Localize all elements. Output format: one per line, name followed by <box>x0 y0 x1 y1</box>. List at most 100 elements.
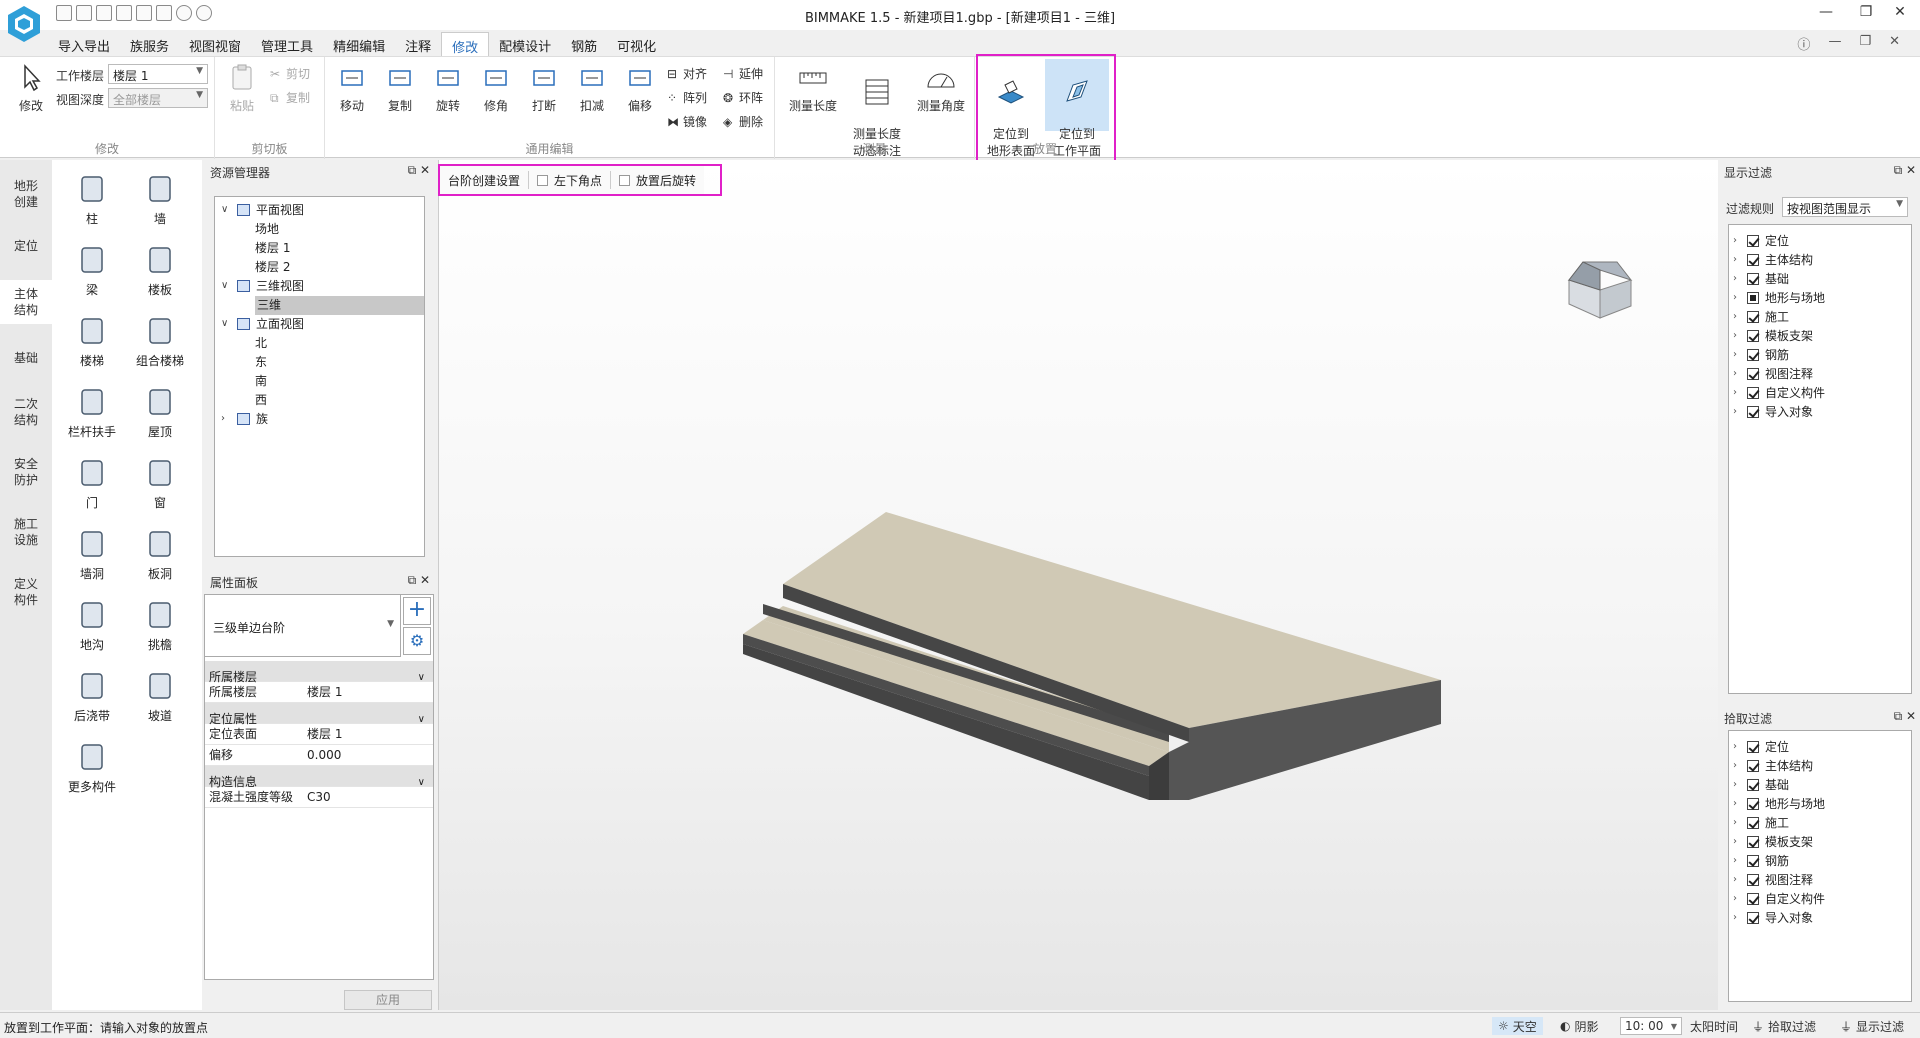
copy-button[interactable]: ⧉ 复制 <box>270 89 310 106</box>
filter-item[interactable]: › 导入对象 <box>1733 908 1813 927</box>
tree-item[interactable]: 三维 <box>255 296 424 315</box>
delete-button[interactable]: ◈ 删除 <box>723 113 763 130</box>
filter-item[interactable]: › 施工 <box>1733 813 1789 832</box>
property-row[interactable]: 混凝土强度等级 C30 <box>205 787 433 808</box>
menu-tab[interactable]: 族服务 <box>120 32 179 56</box>
filter-rule-select[interactable]: 按视图范围显示 ▼ <box>1782 197 1908 217</box>
sun-time-button[interactable]: 太阳时间 <box>1690 1017 1738 1035</box>
property-category[interactable]: 构造信息 ∨ <box>205 766 433 789</box>
display-filter-button[interactable]: ⏚ 显示过滤 <box>1840 1017 1904 1035</box>
component-item[interactable]: 坡道 <box>128 671 192 724</box>
component-item[interactable]: 墙 <box>128 174 192 227</box>
copy-button[interactable]: 复制 <box>377 63 423 114</box>
tree-item[interactable]: 西 <box>255 391 267 410</box>
filter-item[interactable]: › 定位 <box>1733 231 1789 250</box>
3d-viewport[interactable] <box>438 160 1718 1010</box>
category-item[interactable]: 安全 防护 <box>0 450 52 494</box>
filter-item[interactable]: › 视图注释 <box>1733 870 1813 889</box>
filter-item[interactable]: › 基础 <box>1733 269 1789 288</box>
menu-tab[interactable]: 注释 <box>395 32 441 56</box>
paste-button[interactable]: 粘贴 <box>219 63 265 114</box>
cut-button[interactable]: ✂ 剪切 <box>270 65 310 82</box>
offset-button[interactable]: 偏移 <box>617 63 663 114</box>
component-item[interactable]: 楼板 <box>128 245 192 298</box>
component-item[interactable]: 梁 <box>60 245 124 298</box>
ribbon-minimize-icon[interactable]: — <box>1828 34 1841 53</box>
collapse-chevron-icon[interactable]: ∨ <box>221 204 228 215</box>
component-item[interactable]: 组合楼梯 <box>128 316 192 369</box>
pick-filter-button[interactable]: ⏚ 拾取过滤 <box>1752 1017 1816 1035</box>
type-selector[interactable]: 三级单边台阶 ▼ <box>205 595 401 657</box>
component-item[interactable]: 屋顶 <box>128 387 192 440</box>
measure-angle-button[interactable]: 测量角度 <box>913 63 969 114</box>
property-category[interactable]: 所属楼层 ∨ <box>205 661 433 684</box>
panel-pin-close-icons[interactable]: ⧉ ✕ <box>408 573 430 588</box>
filter-item[interactable]: › 模板支架 <box>1733 326 1813 345</box>
filter-item[interactable]: › 导入对象 <box>1733 402 1813 421</box>
menu-tab[interactable]: 可视化 <box>607 32 666 56</box>
panel-pin-close-icons[interactable]: ⧉ ✕ <box>1894 709 1916 724</box>
property-row[interactable]: 定位表面 楼层 1 <box>205 724 433 745</box>
time-select[interactable]: 10: 00 ▼ <box>1620 1017 1682 1035</box>
depth-select[interactable]: 全部楼层 ▼ <box>108 88 208 108</box>
filter-item[interactable]: › 施工 <box>1733 307 1789 326</box>
filter-item[interactable]: › 模板支架 <box>1733 832 1813 851</box>
tree-group[interactable]: 族 <box>237 410 268 429</box>
component-item[interactable]: 楼梯 <box>60 316 124 369</box>
subtract-button[interactable]: 扣减 <box>569 63 615 114</box>
add-type-button[interactable]: + <box>403 597 431 625</box>
expand-chevron-icon[interactable]: › <box>221 413 225 424</box>
ring-array-button[interactable]: ❂ 环阵 <box>723 89 763 106</box>
menu-tab[interactable]: 导入导出 <box>48 32 120 56</box>
tree-item[interactable]: 楼层 2 <box>255 258 290 277</box>
tree-group[interactable]: 三维视图 <box>237 277 304 296</box>
move-button[interactable]: 移动 <box>329 63 375 114</box>
component-item[interactable]: 门 <box>60 458 124 511</box>
filter-item[interactable]: › 钢筋 <box>1733 345 1789 364</box>
modify-button[interactable]: 修改 <box>8 63 54 114</box>
close-button[interactable]: ✕ <box>1880 4 1920 20</box>
menu-tab[interactable]: 钢筋 <box>561 32 607 56</box>
component-item[interactable]: 更多构件 <box>60 742 124 795</box>
filter-item[interactable]: › 定位 <box>1733 737 1789 756</box>
tree-group[interactable]: 立面视图 <box>237 315 304 334</box>
category-item[interactable]: 施工 设施 <box>0 510 52 554</box>
filter-item[interactable]: › 主体结构 <box>1733 756 1813 775</box>
property-row[interactable]: 偏移 0.000 <box>205 745 433 766</box>
filter-item[interactable]: › 地形与场地 <box>1733 288 1825 307</box>
help-icon[interactable]: ⓘ <box>1797 34 1810 53</box>
filter-item[interactable]: › 自定义构件 <box>1733 383 1825 402</box>
collapse-chevron-icon[interactable]: ∨ <box>221 280 228 291</box>
tree-item[interactable]: 楼层 1 <box>255 239 290 258</box>
collapse-chevron-icon[interactable]: ∨ <box>221 318 228 329</box>
menu-tab[interactable]: 视图视窗 <box>179 32 251 56</box>
menu-tab[interactable]: 配模设计 <box>489 32 561 56</box>
tree-item[interactable]: 场地 <box>255 220 279 239</box>
component-item[interactable]: 栏杆扶手 <box>60 387 124 440</box>
align-button[interactable]: ⊟ 对齐 <box>667 65 707 82</box>
category-item[interactable]: 主体 结构 <box>0 280 52 324</box>
component-item[interactable]: 板洞 <box>128 529 192 582</box>
ribbon-restore-icon[interactable]: ❐ <box>1859 34 1871 53</box>
component-item[interactable]: 挑檐 <box>128 600 192 653</box>
category-item[interactable]: 定义 构件 <box>0 570 52 614</box>
component-item[interactable]: 墙洞 <box>60 529 124 582</box>
measure-length-button[interactable]: 测量长度 <box>785 63 841 114</box>
menu-tab[interactable]: 精细编辑 <box>323 32 395 56</box>
panel-pin-close-icons[interactable]: ⧉ ✕ <box>408 163 430 178</box>
panel-pin-close-icons[interactable]: ⧉ ✕ <box>1894 163 1916 178</box>
category-item[interactable]: 地形 创建 <box>0 172 52 216</box>
apply-button[interactable]: 应用 <box>344 990 432 1010</box>
break-button[interactable]: 打断 <box>521 63 567 114</box>
category-item[interactable]: 定位 <box>0 232 52 260</box>
filter-item[interactable]: › 地形与场地 <box>1733 794 1825 813</box>
minimize-button[interactable]: — <box>1806 4 1846 20</box>
filter-item[interactable]: › 主体结构 <box>1733 250 1813 269</box>
component-item[interactable]: 柱 <box>60 174 124 227</box>
menu-tab[interactable]: 修改 <box>441 32 490 56</box>
component-item[interactable]: 窗 <box>128 458 192 511</box>
filter-item[interactable]: › 视图注释 <box>1733 364 1813 383</box>
category-item[interactable]: 二次 结构 <box>0 390 52 434</box>
mirror-button[interactable]: ⧓ 镜像 <box>667 113 707 130</box>
settings-gear-icon[interactable]: ⚙ <box>403 627 431 655</box>
